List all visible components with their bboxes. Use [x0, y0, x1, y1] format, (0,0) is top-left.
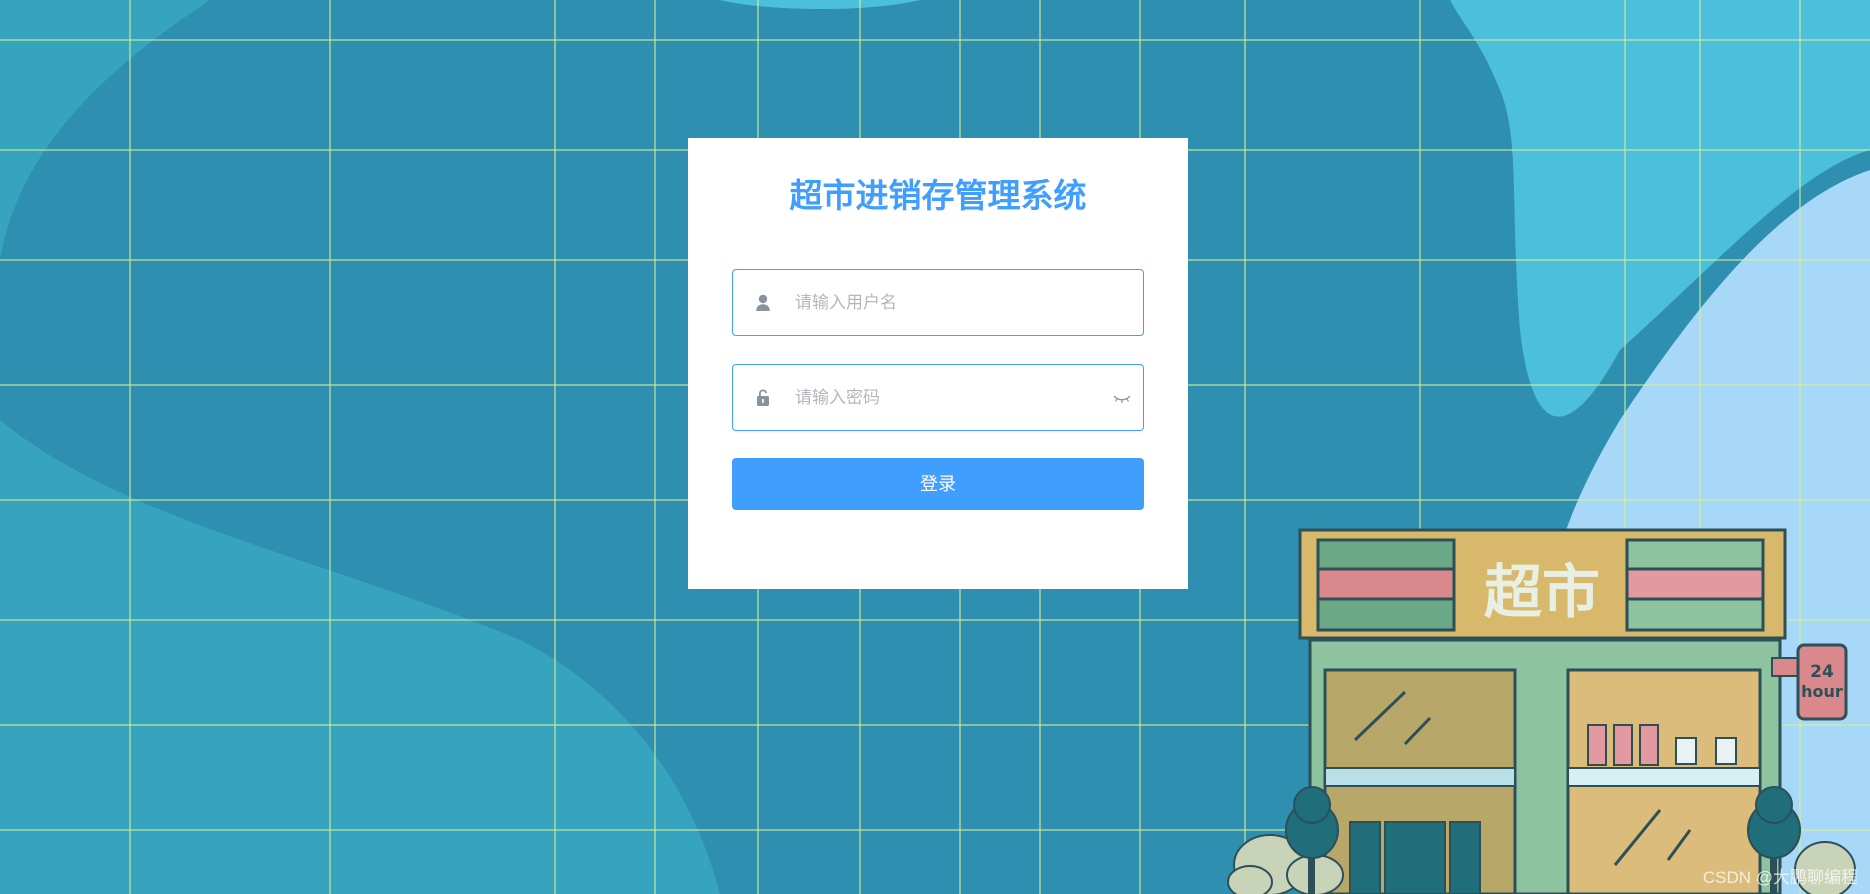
username-input[interactable] — [795, 270, 1095, 335]
hours-sign-top: 24 — [1810, 662, 1834, 682]
login-button[interactable]: 登录 — [732, 458, 1144, 510]
eye-closed-icon[interactable] — [1113, 391, 1131, 405]
page-title: 超市进销存管理系统 — [789, 176, 1087, 215]
login-card: 超市进销存管理系统 登录 — [688, 138, 1188, 589]
watermark-text: CSDN @大鹏聊编程 — [1702, 868, 1858, 887]
lock-icon — [757, 389, 769, 406]
username-field[interactable] — [732, 269, 1144, 336]
store-sign-text: 超市 — [1484, 558, 1600, 626]
user-icon — [756, 294, 770, 311]
store-illustration: 超市 24 hour — [1227, 528, 1856, 894]
password-input[interactable] — [795, 365, 1095, 430]
password-field[interactable] — [732, 364, 1144, 431]
hours-sign-bottom: hour — [1801, 682, 1843, 701]
